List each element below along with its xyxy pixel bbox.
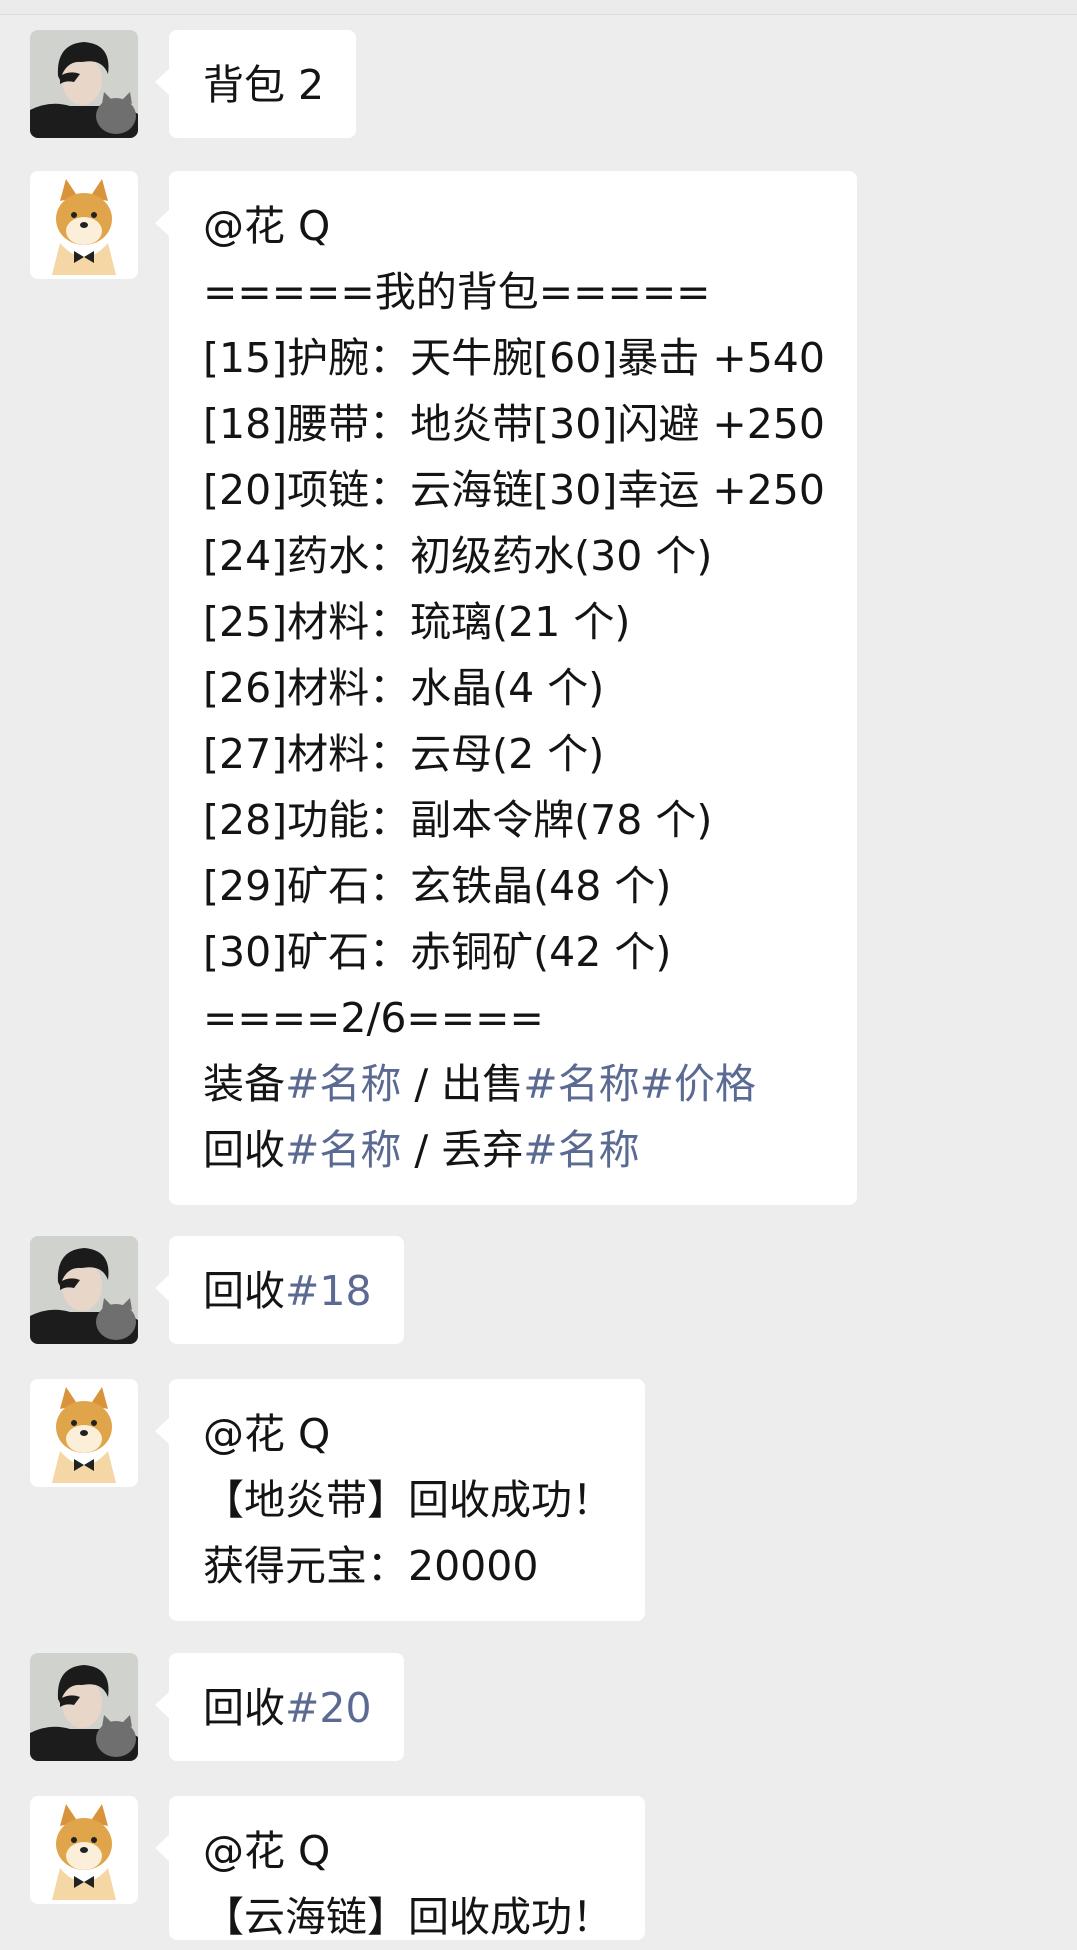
- message-text: 背包 2: [203, 61, 325, 109]
- message-text: [20]项链：云海链[30]幸运 +250: [203, 466, 825, 514]
- hashtag-link[interactable]: #18: [285, 1267, 372, 1315]
- inventory-item: [27]材料：云母(2 个): [203, 721, 825, 787]
- inventory-item: [24]药水：初级药水(30 个): [203, 523, 825, 589]
- message-text: / 出售: [401, 1060, 524, 1108]
- message-text: [29]矿石：玄铁晶(48 个): [203, 862, 672, 910]
- inventory-item: [15]护腕：天牛腕[60]暴击 +540: [203, 325, 825, 391]
- message-text: 回收: [203, 1684, 285, 1732]
- user-avatar[interactable]: [30, 1653, 138, 1761]
- message-line: 【地炎带】回收成功！: [203, 1467, 613, 1533]
- inventory-item: [29]矿石：玄铁晶(48 个): [203, 853, 825, 919]
- inventory-item: [20]项链：云海链[30]幸运 +250: [203, 457, 825, 523]
- message-text: / 丢弃: [401, 1126, 524, 1174]
- mention-text: @花 Q: [203, 202, 331, 250]
- message-line: =====我的背包=====: [203, 259, 825, 325]
- bot-avatar[interactable]: [30, 1379, 138, 1487]
- message-line: 回收#18: [203, 1258, 372, 1324]
- message-bubble[interactable]: 回收#20: [155, 1653, 404, 1761]
- message-line: 获得元宝：20000: [203, 1533, 613, 1599]
- hashtag-link[interactable]: #名称: [285, 1126, 401, 1174]
- message-text: [25]材料：琉璃(21 个): [203, 598, 631, 646]
- hashtag-link[interactable]: #名称: [285, 1060, 401, 1108]
- message-bubble[interactable]: @花 Q 【地炎带】回收成功！ 获得元宝：20000: [155, 1379, 645, 1621]
- message-bubble[interactable]: @花 Q =====我的背包===== [15]护腕：天牛腕[60]暴击 +54…: [155, 171, 857, 1205]
- hashtag-link[interactable]: #20: [285, 1684, 372, 1732]
- message-text: [27]材料：云母(2 个): [203, 730, 605, 778]
- user-avatar[interactable]: [30, 30, 138, 138]
- hashtag-link[interactable]: #名称#价格: [523, 1060, 756, 1108]
- page-indicator: ====2/6====: [203, 985, 825, 1051]
- message-text: [28]功能：副本令牌(78 个): [203, 796, 713, 844]
- bot-avatar[interactable]: [30, 1796, 138, 1904]
- message-text: ====2/6====: [203, 994, 544, 1042]
- mention-text: @花 Q: [203, 1827, 331, 1875]
- message-line: @花 Q: [203, 1401, 613, 1467]
- message-line: @花 Q: [203, 193, 825, 259]
- message-bubble[interactable]: 背包 2: [154, 30, 357, 138]
- message-text: 回收: [203, 1267, 285, 1315]
- message-line: 回收#20: [203, 1675, 372, 1741]
- message-text: [24]药水：初级药水(30 个): [203, 532, 713, 580]
- message-bubble[interactable]: 回收#18: [155, 1236, 404, 1344]
- message-bubble[interactable]: @花 Q 【云海链】回收成功！: [155, 1796, 645, 1941]
- inventory-item: [30]矿石：赤铜矿(42 个): [203, 919, 825, 985]
- message-line: 【云海链】回收成功！: [203, 1884, 613, 1950]
- message-text: 获得元宝：20000: [203, 1542, 539, 1590]
- top-divider: [0, 0, 1077, 15]
- message-line: 背包 2: [203, 52, 324, 118]
- message-text: [30]矿石：赤铜矿(42 个): [203, 928, 672, 976]
- message-text: 【地炎带】回收成功！: [203, 1476, 613, 1524]
- message-text: 回收: [203, 1126, 285, 1174]
- mention-text: @花 Q: [203, 1410, 331, 1458]
- message-line: @花 Q: [203, 1818, 613, 1884]
- command-hint: 回收#名称 / 丢弃#名称: [203, 1117, 825, 1183]
- message-text: [26]材料：水晶(4 个): [203, 664, 605, 712]
- hashtag-link[interactable]: #名称: [523, 1126, 639, 1174]
- user-avatar[interactable]: [30, 1236, 138, 1344]
- message-text: 【云海链】回收成功！: [203, 1893, 613, 1941]
- inventory-item: [28]功能：副本令牌(78 个): [203, 787, 825, 853]
- message-text: =====我的背包=====: [203, 268, 711, 316]
- inventory-item: [25]材料：琉璃(21 个): [203, 589, 825, 655]
- inventory-item: [18]腰带：地炎带[30]闪避 +250: [203, 391, 825, 457]
- inventory-item: [26]材料：水晶(4 个): [203, 655, 825, 721]
- message-text: [18]腰带：地炎带[30]闪避 +250: [203, 400, 825, 448]
- message-text: [15]护腕：天牛腕[60]暴击 +540: [203, 334, 825, 382]
- message-text: 装备: [203, 1060, 285, 1108]
- bot-avatar[interactable]: [30, 171, 138, 279]
- command-hint: 装备#名称 / 出售#名称#价格: [203, 1051, 825, 1117]
